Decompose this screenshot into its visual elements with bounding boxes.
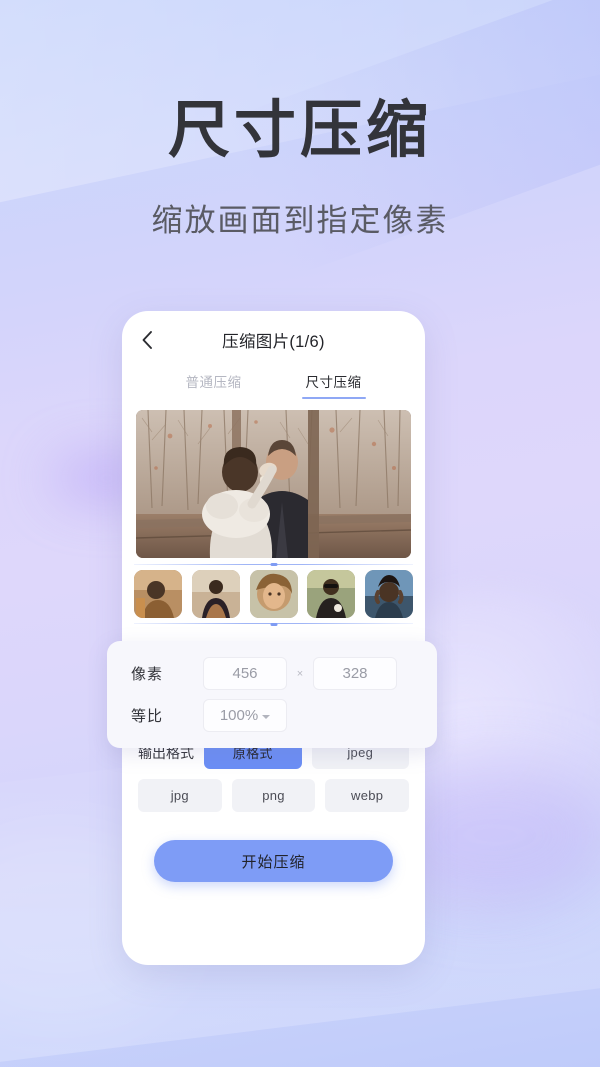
list-item[interactable] [134, 570, 182, 618]
format-option-jpg[interactable]: jpg [138, 779, 222, 812]
list-item[interactable] [249, 570, 298, 618]
pixel-row: 像素 456 × 328 [131, 657, 413, 690]
cta-container: 开始压缩 [122, 812, 425, 882]
thumbnail-strip[interactable] [122, 562, 425, 626]
format-option-webp[interactable]: webp [325, 779, 410, 812]
height-input[interactable]: 328 [313, 657, 397, 690]
thumbnail-image [191, 570, 240, 618]
preview-illustration [136, 410, 411, 558]
phone-mockup-card: 压缩图片(1/6) 普通压缩 尺寸压缩 输出格式 原格式 jpeg jpg pn… [122, 311, 425, 965]
screen-title: 压缩图片(1/6) [222, 333, 325, 351]
poster-text-block: 尺寸压缩 缩放画面到指定像素 [0, 96, 600, 240]
list-item[interactable] [307, 570, 356, 618]
thumbnail-image [307, 570, 356, 618]
width-input[interactable]: 456 [203, 657, 287, 690]
app-topbar: 压缩图片(1/6) [122, 311, 425, 369]
start-compress-button[interactable]: 开始压缩 [154, 840, 393, 882]
tab-normal-compress[interactable]: 普通压缩 [186, 371, 242, 399]
chevron-left-icon[interactable] [136, 329, 158, 351]
image-preview[interactable] [136, 410, 411, 558]
tab-size-compress[interactable]: 尺寸压缩 [301, 371, 366, 399]
list-item[interactable] [191, 570, 240, 618]
carousel-handle-top[interactable] [270, 562, 277, 566]
multiply-symbol: × [296, 667, 304, 680]
thumbnail-image [134, 570, 182, 618]
pixel-label: 像素 [131, 666, 164, 683]
thumbnail-image [249, 570, 298, 618]
chevron-down-icon [262, 715, 271, 719]
preview-container [122, 399, 425, 558]
ratio-select[interactable]: 100% [203, 699, 287, 732]
page-subtitle: 缩放画面到指定像素 [151, 203, 449, 239]
size-settings-panel: 像素 456 × 328 等比 100% [107, 641, 437, 748]
ratio-row: 等比 100% [131, 699, 413, 732]
page-title: 尺寸压缩 [167, 96, 432, 165]
thumbnail-image [365, 570, 413, 618]
output-format-row-secondary: jpg png webp [138, 779, 410, 812]
carousel-handle-bottom[interactable] [270, 622, 277, 626]
ratio-label: 等比 [131, 708, 164, 725]
list-item[interactable] [365, 570, 413, 618]
format-option-png[interactable]: png [231, 779, 316, 812]
mode-tabs: 普通压缩 尺寸压缩 [122, 369, 425, 399]
ratio-value: 100% [219, 707, 259, 724]
